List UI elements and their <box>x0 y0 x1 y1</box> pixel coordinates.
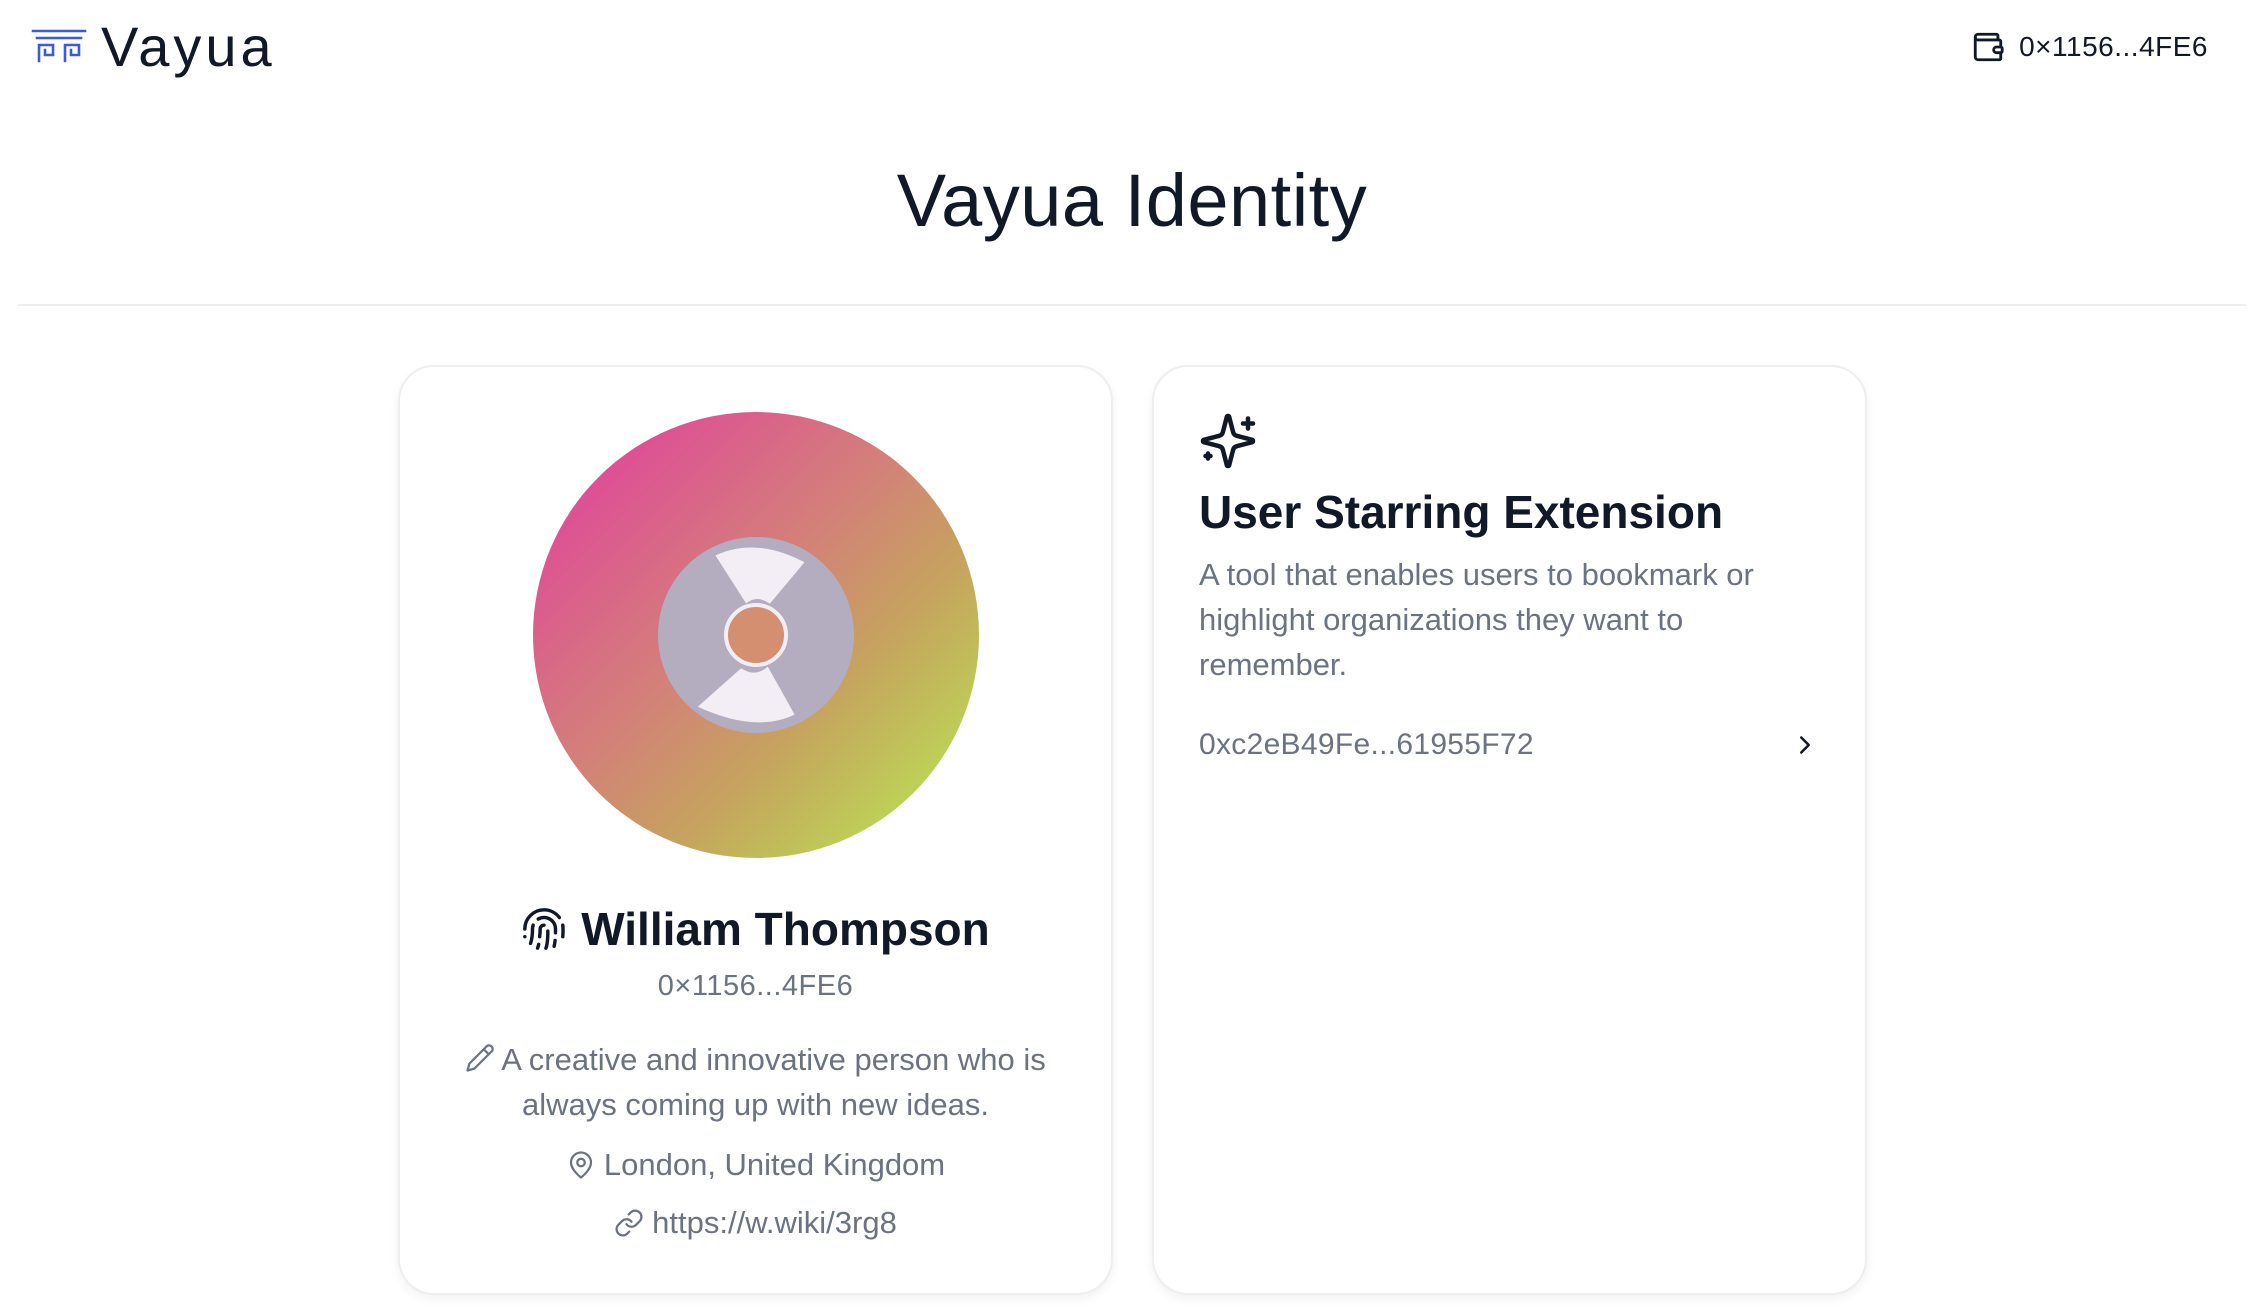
extension-card[interactable]: User Starring Extension A tool that enab… <box>1152 365 1867 1295</box>
profile-bio-text: A creative and innovative person who is … <box>501 1042 1046 1122</box>
header-divider <box>18 304 2246 306</box>
profile-location-text: London, United Kingdom <box>603 1147 946 1182</box>
app-root: Vayua 0×1156...4FE6 Vayua Identity Willi… <box>0 0 2264 1315</box>
fingerprint-icon <box>523 908 565 950</box>
profile-name: William Thompson <box>581 903 990 955</box>
avatar-emblem-icon <box>658 537 854 733</box>
page-title: Vayua Identity <box>896 159 1368 242</box>
extension-description: A tool that enables users to bookmark or… <box>1199 557 1754 682</box>
wallet-icon <box>1973 32 2004 62</box>
top-bar: Vayua 0×1156...4FE6 <box>0 0 2264 100</box>
logo-text: Vayua <box>101 15 276 78</box>
avatar <box>533 412 979 858</box>
profile-name-row: William Thompson <box>400 902 1111 956</box>
pencil-icon <box>466 1044 494 1072</box>
profile-address: 0×1156...4FE6 <box>657 970 854 1002</box>
profile-bio: A creative and innovative person who is … <box>440 1037 1071 1127</box>
sparkles-icon <box>1200 413 1256 469</box>
wallet-address: 0×1156...4FE6 <box>2019 31 2208 62</box>
logo[interactable]: Vayua <box>31 12 276 82</box>
wallet-button[interactable]: 0×1156...4FE6 <box>1971 30 2208 64</box>
vayua-logo-icon <box>31 29 87 63</box>
link-icon <box>615 1209 643 1237</box>
extension-address: 0xc2eB49Fe...61955F72 <box>1199 728 1534 761</box>
profile-link-text[interactable]: https://w.wiki/3rg8 <box>652 1205 897 1241</box>
chevron-right-icon[interactable] <box>1790 730 1820 760</box>
profile-location: London, United Kingdom <box>400 1147 1111 1183</box>
map-pin-icon <box>569 1151 592 1179</box>
profile-link[interactable]: https://w.wiki/3rg8 <box>400 1205 1111 1241</box>
extension-address-link[interactable]: 0xc2eB49Fe...61955F72 <box>1199 723 1820 767</box>
profile-card: William Thompson 0×1156...4FE6 A creativ… <box>398 365 1113 1295</box>
extension-title: User Starring Extension <box>1199 486 1724 538</box>
